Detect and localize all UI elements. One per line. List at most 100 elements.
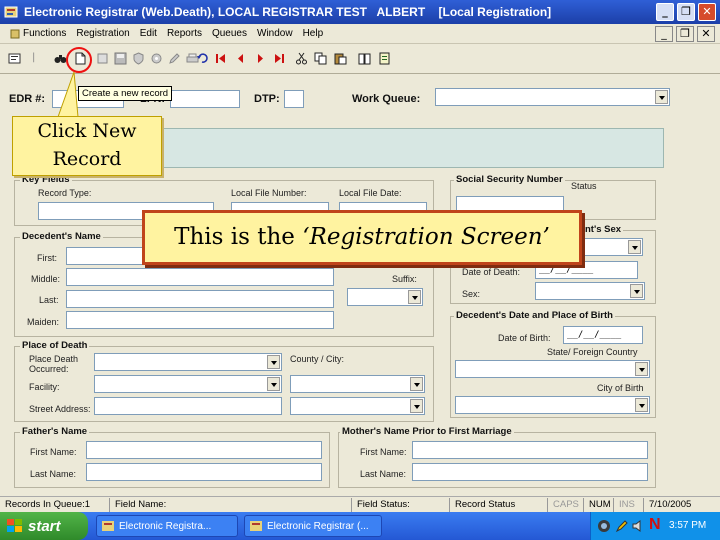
speaker-icon[interactable] bbox=[631, 519, 645, 533]
chevron-down-icon bbox=[410, 399, 423, 413]
sex-select[interactable] bbox=[535, 282, 645, 300]
notes-icon[interactable] bbox=[378, 52, 391, 65]
county-city-select[interactable] bbox=[290, 375, 425, 393]
menu-registration[interactable]: Registration bbox=[76, 28, 129, 39]
pen-icon[interactable] bbox=[615, 519, 629, 533]
work-queue-select[interactable] bbox=[435, 88, 670, 106]
status-date: 7/10/2005 bbox=[649, 499, 692, 510]
father-first-name-field[interactable] bbox=[86, 441, 322, 459]
facility-label: Facility: bbox=[29, 382, 60, 392]
dtp-field[interactable] bbox=[284, 90, 304, 108]
place-of-death-title: Place of Death bbox=[20, 340, 90, 351]
tray-flag[interactable]: N bbox=[649, 516, 661, 534]
callout-pointer bbox=[57, 71, 79, 118]
print-preview-icon[interactable] bbox=[8, 52, 21, 65]
ssn-title: Social Security Number bbox=[454, 174, 565, 185]
shield-icon[interactable] bbox=[132, 52, 145, 65]
menu-queues[interactable]: Queues bbox=[212, 28, 247, 39]
click-new-record-callout: Click New Record bbox=[12, 116, 162, 176]
last-name-field[interactable] bbox=[66, 290, 334, 308]
chevron-down-icon bbox=[267, 355, 280, 369]
first-record-icon[interactable] bbox=[214, 52, 227, 65]
windows-logo-icon bbox=[7, 519, 22, 532]
cut-icon[interactable] bbox=[295, 52, 308, 65]
minimize-button[interactable]: _ bbox=[656, 3, 674, 21]
menu-reports[interactable]: Reports bbox=[167, 28, 202, 39]
taskbar-button-registrar-1[interactable]: Electronic Registra... bbox=[96, 515, 238, 537]
ssn-status-label: Status bbox=[571, 181, 597, 191]
mother-first-name-field[interactable] bbox=[412, 441, 648, 459]
functions-icon bbox=[10, 29, 20, 38]
local-file-date-label: Local File Date: bbox=[339, 188, 402, 198]
mother-name-title: Mother's Name Prior to First Marriage bbox=[340, 426, 514, 437]
registrar-app-icon bbox=[250, 521, 262, 531]
last-record-icon[interactable] bbox=[273, 52, 286, 65]
edr-label: EDR #: bbox=[9, 93, 46, 105]
chevron-down-icon bbox=[410, 377, 423, 391]
date-of-death-label: Date of Death: bbox=[462, 267, 521, 277]
father-name-title: Father's Name bbox=[20, 426, 90, 437]
edit-icon[interactable] bbox=[168, 52, 181, 65]
chevron-down-icon bbox=[408, 290, 421, 304]
chevron-down-icon bbox=[655, 90, 668, 104]
father-last-name-field[interactable] bbox=[86, 463, 322, 481]
mother-last-name-label: Last Name: bbox=[360, 469, 407, 479]
status-num: NUM bbox=[586, 498, 614, 512]
start-button[interactable]: start bbox=[0, 512, 88, 540]
sex-label: Sex: bbox=[462, 289, 481, 299]
next-record-icon[interactable] bbox=[254, 52, 267, 65]
book-icon[interactable] bbox=[358, 52, 371, 65]
network-icon[interactable] bbox=[597, 519, 611, 533]
suffix-select[interactable] bbox=[347, 288, 423, 306]
mdi-restore-button[interactable]: ❐ bbox=[676, 26, 694, 42]
copy-icon[interactable] bbox=[314, 52, 327, 65]
local-file-number-label: Local File Number: bbox=[231, 188, 307, 198]
city-of-birth-select[interactable] bbox=[455, 396, 650, 414]
open-icon[interactable] bbox=[96, 52, 109, 65]
previous-record-icon[interactable] bbox=[234, 52, 247, 65]
state-foreign-country-select[interactable] bbox=[455, 360, 650, 378]
menu-functions[interactable]: Functions bbox=[10, 28, 66, 39]
menu-edit[interactable]: Edit bbox=[140, 28, 157, 39]
maiden-name-field[interactable] bbox=[66, 311, 334, 329]
date-of-birth-label: Date of Birth: bbox=[498, 333, 551, 343]
first-name-field[interactable] bbox=[66, 247, 146, 265]
lfn-field[interactable] bbox=[170, 90, 240, 108]
facility-select[interactable] bbox=[94, 375, 282, 393]
close-button[interactable]: ✕ bbox=[698, 3, 716, 21]
mother-last-name-field[interactable] bbox=[412, 463, 648, 481]
status-field-name: Field Name: bbox=[112, 498, 352, 512]
status-record-status: Record Status bbox=[452, 498, 548, 512]
middle-name-field[interactable] bbox=[66, 268, 334, 286]
record-type-label: Record Type: bbox=[38, 188, 92, 198]
registrar-app-icon bbox=[4, 6, 18, 18]
date-of-birth-field[interactable]: __/__/____ bbox=[563, 326, 643, 344]
last-name-label: Last: bbox=[39, 295, 59, 305]
place-death-occurred-select[interactable] bbox=[94, 353, 282, 371]
county-city-label: County / City: bbox=[290, 354, 345, 364]
status-ins: INS bbox=[616, 498, 644, 512]
decedent-sex-title: nt's Sex bbox=[583, 224, 624, 235]
refresh-icon[interactable] bbox=[196, 52, 209, 65]
menu-help[interactable]: Help bbox=[303, 28, 324, 39]
menu-window[interactable]: Window bbox=[257, 28, 293, 39]
restore-button[interactable]: ❐ bbox=[677, 3, 695, 21]
street-address-extra-select[interactable] bbox=[290, 397, 425, 415]
state-foreign-country-label: State/ Foreign Country bbox=[547, 347, 638, 357]
system-tray: N 3:57 PM bbox=[590, 512, 720, 540]
chevron-down-icon bbox=[267, 377, 280, 391]
status-caps: CAPS bbox=[550, 498, 584, 512]
date-place-birth-title: Decedent's Date and Place of Birth bbox=[454, 310, 615, 321]
paste-icon[interactable] bbox=[334, 52, 347, 65]
save-icon[interactable] bbox=[114, 52, 127, 65]
taskbar-button-registrar-2[interactable]: Electronic Registrar (... bbox=[244, 515, 382, 537]
gear-icon[interactable] bbox=[150, 52, 163, 65]
window-title: Electronic Registrar (Web.Death), LOCAL … bbox=[24, 5, 552, 19]
street-address-field[interactable] bbox=[94, 397, 282, 415]
suffix-label: Suffix: bbox=[392, 274, 417, 284]
mdi-close-button[interactable]: ✕ bbox=[697, 26, 715, 42]
mdi-minimize-button[interactable]: _ bbox=[655, 26, 673, 42]
father-first-name-label: First Name: bbox=[30, 447, 77, 457]
street-address-label: Street Address: bbox=[29, 404, 91, 414]
clock: 3:57 PM bbox=[669, 520, 707, 531]
